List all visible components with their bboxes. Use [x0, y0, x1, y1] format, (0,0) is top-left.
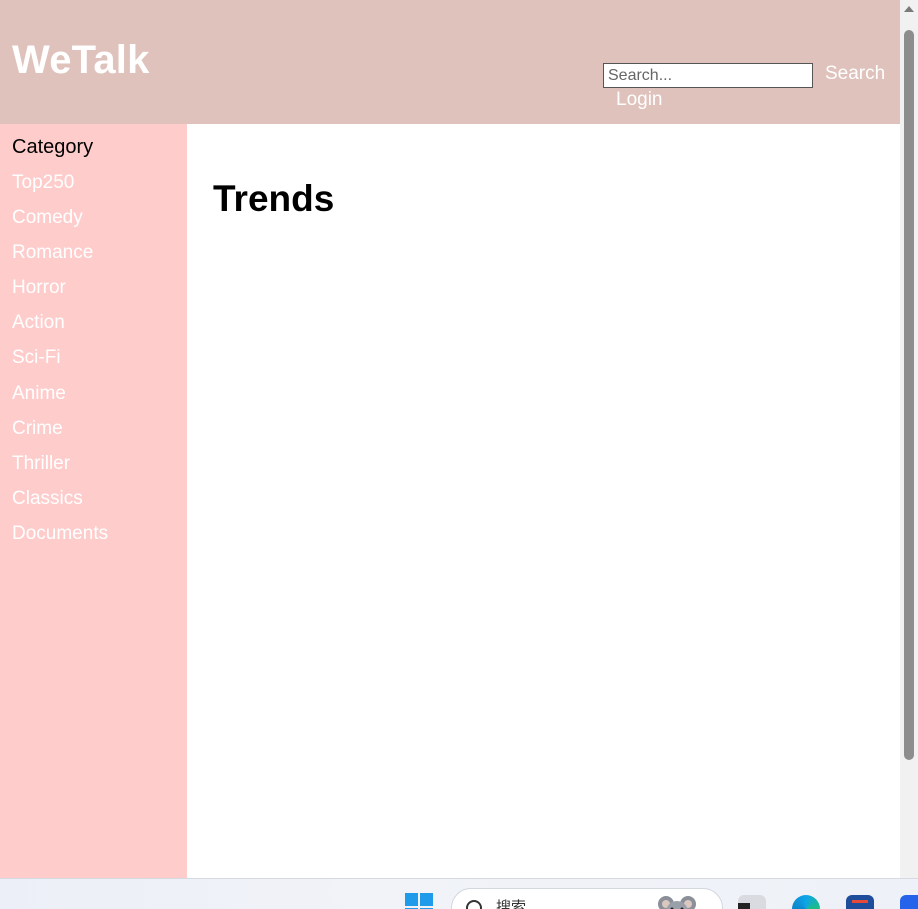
search-icon — [466, 900, 482, 909]
category-link-romance[interactable]: Romance — [12, 241, 108, 276]
taskbar-search-label: 搜索 — [496, 898, 527, 909]
windows-taskbar: 搜索 — [0, 878, 918, 909]
task-view-icon[interactable] — [738, 895, 766, 909]
category-link-action[interactable]: Action — [12, 311, 108, 346]
taskbar-search-box[interactable]: 搜索 — [451, 888, 723, 909]
koala-icon — [658, 896, 696, 909]
store-icon[interactable] — [846, 895, 874, 909]
category-link-sci-fi[interactable]: Sci-Fi — [12, 346, 108, 381]
category-link-horror[interactable]: Horror — [12, 276, 108, 311]
category-link-anime[interactable]: Anime — [12, 382, 108, 417]
vertical-scrollbar[interactable] — [900, 0, 918, 878]
page-title: Trends — [213, 178, 335, 219]
category-link-top250[interactable]: Top250 — [12, 171, 108, 206]
sidebar-title: Category — [12, 136, 94, 158]
search-button[interactable]: Search — [825, 63, 885, 85]
category-link-comedy[interactable]: Comedy — [12, 206, 108, 241]
category-link-thriller[interactable]: Thriller — [12, 452, 108, 487]
login-link[interactable]: Login — [616, 89, 663, 111]
search-input[interactable] — [603, 63, 813, 88]
category-sidebar: Category Top250 Comedy Romance Horror Ac… — [0, 124, 187, 878]
category-link-documents[interactable]: Documents — [12, 522, 108, 557]
edge-browser-icon[interactable] — [792, 895, 820, 909]
scroll-up-arrow-icon[interactable] — [904, 6, 914, 12]
scrollbar-thumb[interactable] — [904, 30, 914, 760]
mail-icon[interactable] — [900, 895, 918, 909]
site-header: WeTalk Search Login — [0, 0, 900, 124]
category-link-crime[interactable]: Crime — [12, 417, 108, 452]
category-link-classics[interactable]: Classics — [12, 487, 108, 522]
site-logo[interactable]: WeTalk — [12, 38, 150, 83]
category-list: Top250 Comedy Romance Horror Action Sci-… — [12, 171, 108, 557]
windows-start-icon[interactable] — [405, 893, 433, 909]
